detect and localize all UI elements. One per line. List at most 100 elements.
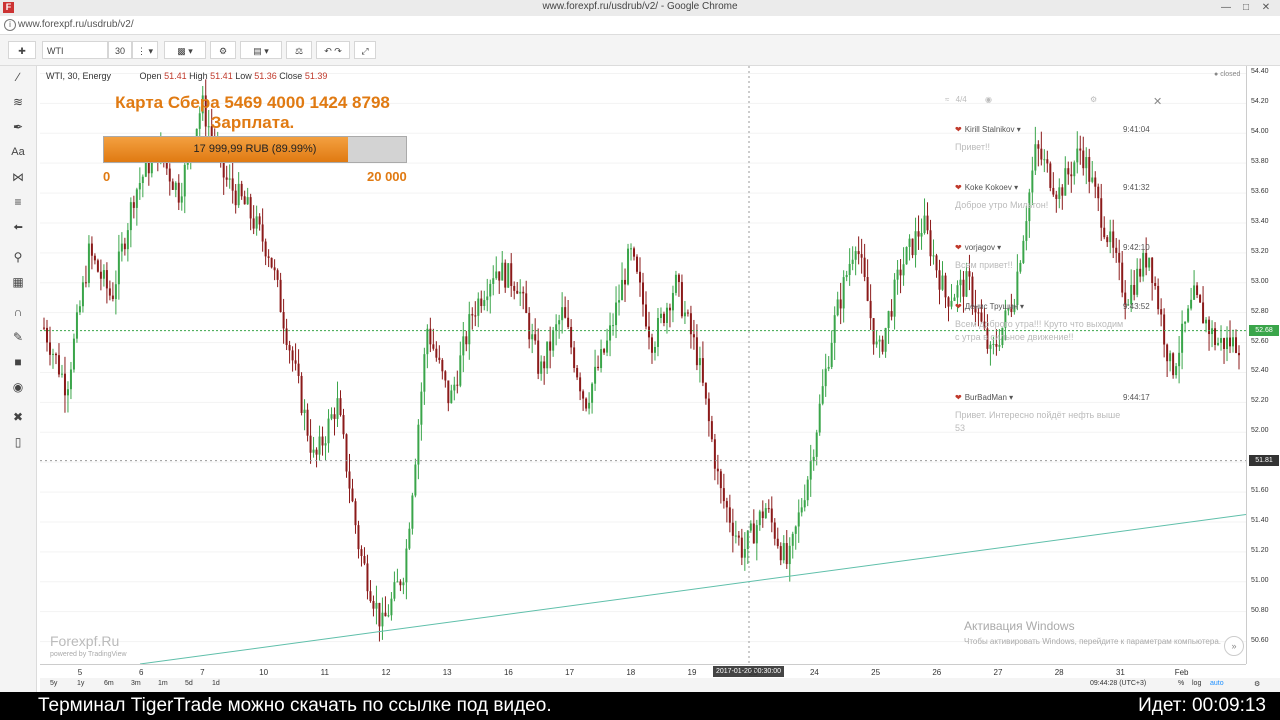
candle-body [60,373,63,375]
candle-body [51,353,54,355]
chat-message-text: Привет. Интересно пойдёт нефть выше 53 [955,410,1121,433]
price-tick-label: 51.40 [1251,516,1269,524]
scroll-right-icon[interactable]: » [1224,636,1244,656]
settings-icon[interactable]: ⚙ [210,41,236,59]
candle-body [249,197,252,219]
chat-message-author[interactable]: ❤ Kirill Stalnikov ▾ [955,125,1021,134]
price-axis[interactable]: 54.40 54.20 54.00 53.80 53.60 53.40 53.20 53.00… [1246,66,1280,664]
candle-body [863,257,866,278]
candle-body [138,183,141,190]
candle-body [1190,299,1193,309]
candle-body [890,311,893,317]
candle-body [111,295,114,300]
fib-tool-icon[interactable]: ≋ [8,93,28,111]
crosshair-mode-icon[interactable]: ✚ [8,41,36,59]
chat-gear-icon[interactable]: ⚙ [1090,95,1097,104]
magnet-icon[interactable]: ∩ [8,303,28,321]
candle-body [273,267,276,271]
candle-body [43,327,45,329]
info-icon[interactable]: i [4,19,16,31]
candle-body [899,269,902,276]
candle-body [668,307,671,311]
candle-body [114,284,117,300]
heart-icon: ❤ [955,125,962,134]
candle-body [423,354,426,392]
indicators-icon[interactable]: ▤ ▾ [240,41,282,59]
chat-author-name: BurBadMan [964,393,1007,402]
candle-body [438,357,441,360]
auto-toggle[interactable]: auto [1210,680,1224,687]
chat-settings-icon[interactable]: ◉ [985,95,992,104]
candle-body [279,279,282,312]
pattern-tool-icon[interactable]: ⋈ [8,168,28,186]
text-tool-icon[interactable]: Aa [8,143,28,161]
candle-body [935,255,938,271]
timeframe-button[interactable]: 1d [212,680,220,687]
candle-body [642,282,644,305]
address-bar[interactable]: i www.forexpf.ru/usdrub/v2/ [0,16,1280,35]
time-tick-label: 17 [565,668,575,677]
timeframe-button[interactable]: 1m [158,680,168,687]
chat-message-author[interactable]: ❤ vorjagov ▾ [955,243,1001,252]
candle-body [932,255,935,257]
arrow-tool-icon[interactable]: 🠨 [8,218,28,236]
candle-body [252,218,255,229]
candle-body [561,307,564,321]
chat-close-icon[interactable]: ✕ [1153,95,1162,108]
candle-body [393,582,396,599]
candle-body [237,183,240,206]
zoom-icon[interactable]: ⚲ [8,248,28,266]
log-toggle[interactable]: log [1192,680,1201,687]
candle-body [531,334,534,340]
timeframe-button[interactable]: 1y [77,680,84,687]
price-tick-label: 53.40 [1251,217,1269,225]
hide-icon[interactable]: ◉ [8,378,28,396]
rss-icon[interactable]: ≈ [945,95,949,104]
candle-body [165,162,168,169]
chart-settings-icon[interactable]: ⚙ [1254,680,1260,688]
chart-style-icon[interactable]: ▩ ▾ [164,41,206,59]
candle-body [588,402,591,409]
interval-input[interactable]: 30 [108,41,132,59]
prediction-tool-icon[interactable]: ≡ [8,193,28,211]
chat-message-time: 9:41:04 [1123,125,1150,134]
chat-message-author[interactable]: ❤ BurBadMan ▾ [955,393,1013,402]
fullscreen-icon[interactable]: ⤢ [354,41,376,59]
time-axis[interactable]: 2017-01-20 00:30:00 5 6 7 10 11 12 13 16 17 18 19 2… [40,664,1246,679]
chat-author-name: Kirill Stalnikov [964,125,1015,134]
heart-icon: ❤ [955,183,962,192]
stay-drawing-icon[interactable]: ✎ [8,328,28,346]
undo-redo-icon[interactable]: ↶ ↷ [316,41,350,59]
remove-tools-icon[interactable]: ✖ [8,408,28,426]
measure-icon[interactable]: ▦ [8,273,28,291]
symbol-input[interactable]: WTI [42,41,108,59]
trash-icon[interactable]: ▯ [8,433,28,451]
close-icon[interactable]: ✕ [1258,1,1274,15]
brush-tool-icon[interactable]: ✒ [8,118,28,136]
candle-body [624,279,627,285]
chat-message-author[interactable]: ❤ Денис Трушин ▾ [955,302,1024,311]
compare-icon[interactable]: ⚖ [286,41,312,59]
timeframe-button[interactable]: 6m [104,680,114,687]
candle-body [573,347,576,368]
timeframe-button[interactable]: 5d [185,680,193,687]
candle-body [653,346,656,353]
trendline-tool-icon[interactable]: ∕ [8,68,28,86]
lock-icon[interactable]: ■ [8,353,28,371]
interval-dropdown-icon[interactable]: ⋮ ▾ [132,41,158,59]
timeframe-button[interactable]: 3m [131,680,141,687]
candle-body [683,312,686,317]
candle-body [695,337,698,366]
chat-message-author[interactable]: ❤ Koke Kokoev ▾ [955,183,1018,192]
candle-body [555,324,558,331]
maximize-icon[interactable]: □ [1238,1,1254,15]
candle-body [1232,337,1235,347]
url-text[interactable]: www.forexpf.ru/usdrub/v2/ [18,19,134,30]
percent-toggle[interactable]: % [1178,680,1184,687]
timeframe-button[interactable]: 5y [50,680,57,687]
chat-message-text: Всем доброго утра!!! Круто что выходим с… [955,319,1124,342]
candle-body [633,248,636,257]
minimize-icon[interactable]: — [1218,1,1234,15]
chat-message-time: 9:43:52 [1123,302,1150,311]
candle-body [674,274,677,293]
